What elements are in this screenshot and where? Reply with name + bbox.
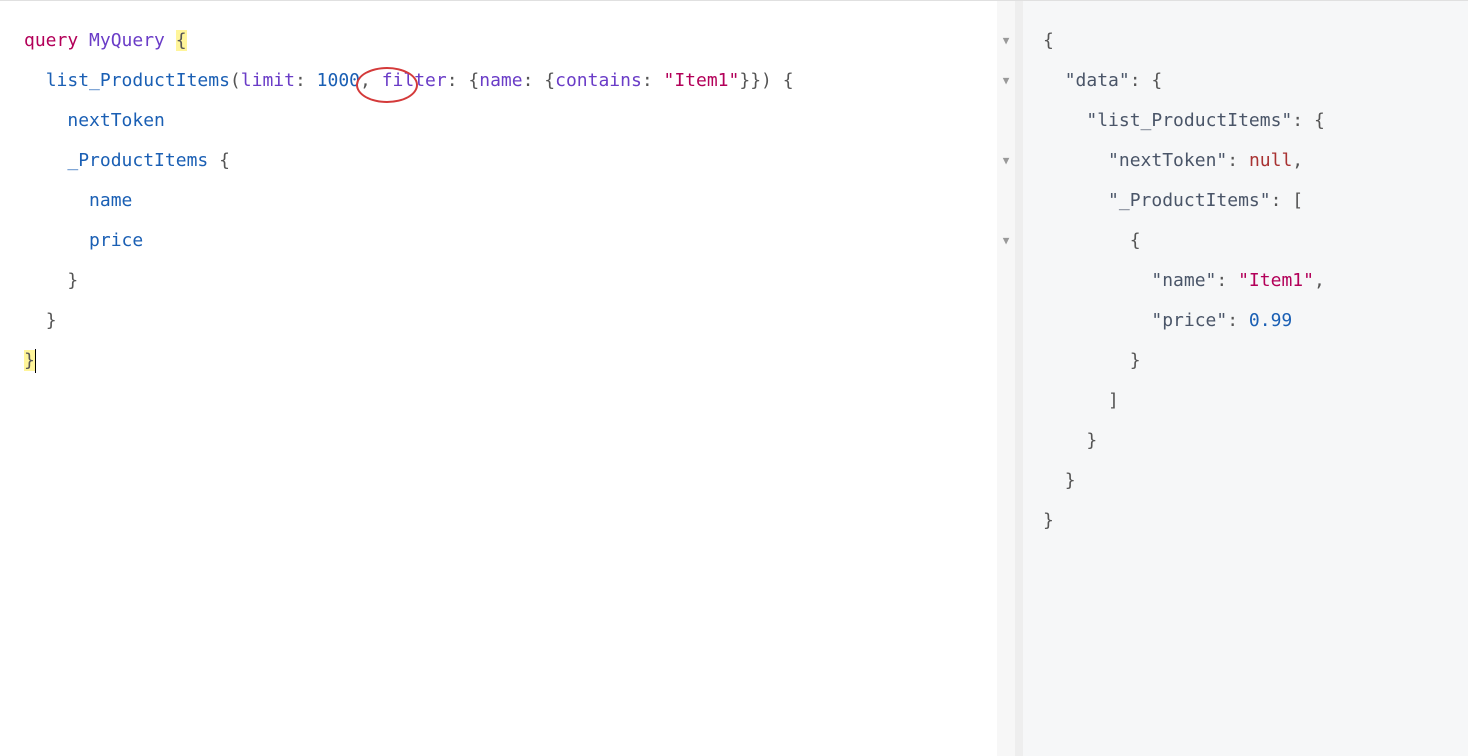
json-line: } [1043,461,1458,501]
json-line: "price": 0.99 [1043,301,1458,341]
code-line: name [24,181,991,221]
json-line: { [1043,221,1458,261]
fold-toggle[interactable]: ▼ [997,21,1015,61]
json-line: } [1043,341,1458,381]
panel-divider[interactable] [1015,0,1023,756]
query-editor[interactable]: query MyQuery { list_ProductItems(limit:… [0,0,997,756]
json-line: } [1043,501,1458,541]
code-line: _ProductItems { [24,141,991,181]
json-line: } [1043,421,1458,461]
text-cursor [35,349,36,373]
code-line: price [24,221,991,261]
code-line: nextToken [24,101,991,141]
json-line: "list_ProductItems": { [1043,101,1458,141]
response-viewer[interactable]: { "data": { "list_ProductItems": { "next… [1023,0,1468,756]
code-line: list_ProductItems(limit: 1000, filter: {… [24,61,991,101]
fold-gutter: ▼ ▼ ▼ ▼ ▼ ▼ [997,0,1015,756]
json-line: "nextToken": null, [1043,141,1458,181]
json-line: "_ProductItems": [ [1043,181,1458,221]
fold-toggle[interactable]: ▼ [997,61,1015,101]
json-line: ] [1043,381,1458,421]
fold-toggle[interactable]: ▼ [997,141,1015,181]
code-line: } [24,341,991,381]
fold-toggle[interactable]: ▼ [997,221,1015,261]
code-line: } [24,301,991,341]
code-line: } [24,261,991,301]
json-line: "name": "Item1", [1043,261,1458,301]
json-line: { [1043,21,1458,61]
json-line: "data": { [1043,61,1458,101]
code-line: query MyQuery { [24,21,991,61]
